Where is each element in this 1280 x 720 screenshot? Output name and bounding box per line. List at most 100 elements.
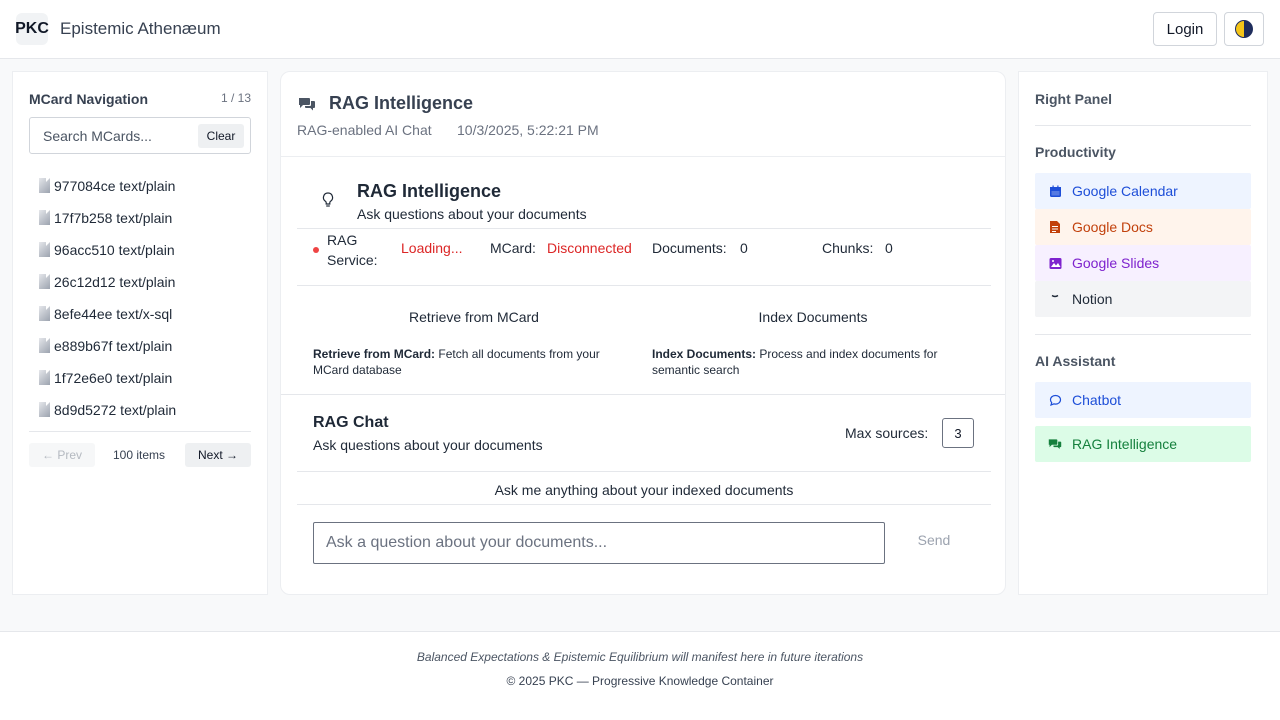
documents-label: Documents: <box>652 240 727 256</box>
mcard-item[interactable]: 1f72e6e0 text/plain <box>37 362 257 394</box>
mcard-navigation-panel: MCard Navigation 1 / 13 Clear 977084ce t… <box>12 71 268 595</box>
index-description: Index Documents: Process and index docum… <box>652 346 974 378</box>
mcard-item-label: 8d9d5272 text/plain <box>54 402 177 418</box>
mcard-item[interactable]: e889b67f text/plain <box>37 330 257 362</box>
notion-label: Notion <box>1072 291 1113 307</box>
max-sources-input[interactable] <box>942 418 974 448</box>
footer-copyright: © 2025 PKC — Progressive Knowledge Conta… <box>506 674 774 688</box>
divider <box>297 228 991 229</box>
file-icon <box>37 369 53 387</box>
file-icon <box>37 337 53 355</box>
index-documents-button[interactable]: Index Documents <box>652 309 974 325</box>
timestamp: 10/3/2025, 5:22:21 PM <box>457 122 599 138</box>
retrieve-description-title: Retrieve from MCard: <box>313 347 436 361</box>
file-icon <box>37 177 53 195</box>
divider <box>297 471 991 472</box>
google-docs-link[interactable]: Google Docs <box>1035 209 1251 245</box>
page-subtitle: RAG-enabled AI Chat <box>297 122 432 138</box>
google-docs-label: Google Docs <box>1072 219 1153 235</box>
calendar-icon <box>1048 184 1062 198</box>
prev-page-button[interactable]: ← Prev <box>29 443 95 467</box>
send-button[interactable]: Send <box>901 530 967 550</box>
google-slides-label: Google Slides <box>1072 255 1160 271</box>
file-icon <box>37 241 53 259</box>
divider <box>281 394 1005 395</box>
status-dot-icon <box>313 247 319 253</box>
top-bar: PKC Epistemic Athenæum Login <box>0 0 1280 59</box>
image-icon <box>1048 256 1062 270</box>
chatbot-link[interactable]: Chatbot <box>1035 382 1251 418</box>
app-logo[interactable]: PKC <box>15 13 49 45</box>
pager-divider <box>29 431 251 432</box>
mcard-item-label: 977084ce text/plain <box>54 178 176 194</box>
mcard-item[interactable]: 8d9d5272 text/plain <box>37 394 257 426</box>
rag-chat-heading: RAG Chat <box>313 414 389 431</box>
max-sources-label: Max sources: <box>845 425 929 441</box>
mcard-item-label: 8efe44ee text/x-sql <box>54 306 173 322</box>
rag-heading: RAG Intelligence <box>357 181 502 201</box>
chat-empty-hint: Ask me anything about your indexed docum… <box>494 482 794 498</box>
retrieve-from-mcard-button[interactable]: Retrieve from MCard <box>313 309 635 325</box>
mcard-item[interactable]: 26c12d12 text/plain <box>37 266 257 298</box>
half-moon-icon <box>1235 20 1253 38</box>
search-input[interactable] <box>31 119 191 152</box>
notion-link[interactable]: Notion <box>1035 281 1251 317</box>
rag-chat-subheading: Ask questions about your documents <box>313 437 543 453</box>
file-icon <box>37 209 53 227</box>
mcard-item-label: e889b67f text/plain <box>54 338 173 354</box>
mcard-item[interactable]: 17f7b258 text/plain <box>37 202 257 234</box>
page-title: RAG Intelligence <box>329 93 474 113</box>
mcard-item-label: 1f72e6e0 text/plain <box>54 370 173 386</box>
lightbulb-icon <box>322 192 334 207</box>
chunks-label: Chunks: <box>822 240 874 256</box>
ai-assistant-heading: AI Assistant <box>1035 353 1116 369</box>
productivity-heading: Productivity <box>1035 144 1116 160</box>
app-title: Epistemic Athenæum <box>60 19 221 38</box>
mcard-item-label: 17f7b258 text/plain <box>54 210 173 226</box>
documents-count: 0 <box>740 240 748 256</box>
mcard-list: 977084ce text/plain 17f7b258 text/plain … <box>37 170 257 426</box>
next-page-button[interactable]: Next → <box>185 443 251 467</box>
rag-service-label: RAG Service: <box>327 232 378 268</box>
right-panel-title: Right Panel <box>1035 91 1113 107</box>
mcard-item[interactable]: 977084ce text/plain <box>37 170 257 202</box>
search-box: Clear <box>29 117 251 154</box>
rag-subheading: Ask questions about your documents <box>357 206 587 222</box>
rag-service-status: Loading... <box>401 240 463 256</box>
google-slides-link[interactable]: Google Slides <box>1035 245 1251 281</box>
mcard-status-label: MCard: <box>490 240 536 256</box>
chatbot-label: Chatbot <box>1072 392 1122 408</box>
mcard-item[interactable]: 8efe44ee text/x-sql <box>37 298 257 330</box>
index-description-title: Index Documents: <box>652 347 757 361</box>
chat-bubbles-icon <box>1048 437 1062 451</box>
divider <box>297 285 991 286</box>
file-icon <box>37 401 53 419</box>
file-icon <box>37 273 53 291</box>
mcard-item-label: 96acc510 text/plain <box>54 242 175 258</box>
mcard-status-value: Disconnected <box>547 240 632 256</box>
notion-icon <box>1048 292 1062 306</box>
login-button[interactable]: Login <box>1153 12 1217 46</box>
question-input[interactable] <box>313 522 885 564</box>
chat-bubbles-icon <box>299 98 315 111</box>
divider <box>281 156 1005 157</box>
chat-bubble-icon <box>1048 393 1062 407</box>
document-icon <box>1048 220 1062 234</box>
mcard-item[interactable]: 96acc510 text/plain <box>37 234 257 266</box>
clear-button[interactable]: Clear <box>198 124 244 148</box>
google-calendar-label: Google Calendar <box>1072 183 1178 199</box>
retrieve-description: Retrieve from MCard: Fetch all documents… <box>313 346 635 378</box>
theme-toggle-button[interactable] <box>1224 12 1264 46</box>
divider <box>297 504 991 505</box>
rag-intelligence-label: RAG Intelligence <box>1072 436 1178 452</box>
mcard-nav-title: MCard Navigation <box>29 91 149 107</box>
items-count: 100 items <box>113 448 166 462</box>
chunks-count: 0 <box>885 240 893 256</box>
divider <box>1035 125 1251 126</box>
rag-intelligence-link[interactable]: RAG Intelligence <box>1035 426 1251 462</box>
mcard-item-label: 26c12d12 text/plain <box>54 274 176 290</box>
footer-quote: Balanced Expectations & Epistemic Equili… <box>416 650 864 664</box>
page-count: 1 / 13 <box>220 91 251 105</box>
google-calendar-link[interactable]: Google Calendar <box>1035 173 1251 209</box>
rag-main-panel: RAG Intelligence RAG-enabled AI Chat 10/… <box>280 71 1006 595</box>
